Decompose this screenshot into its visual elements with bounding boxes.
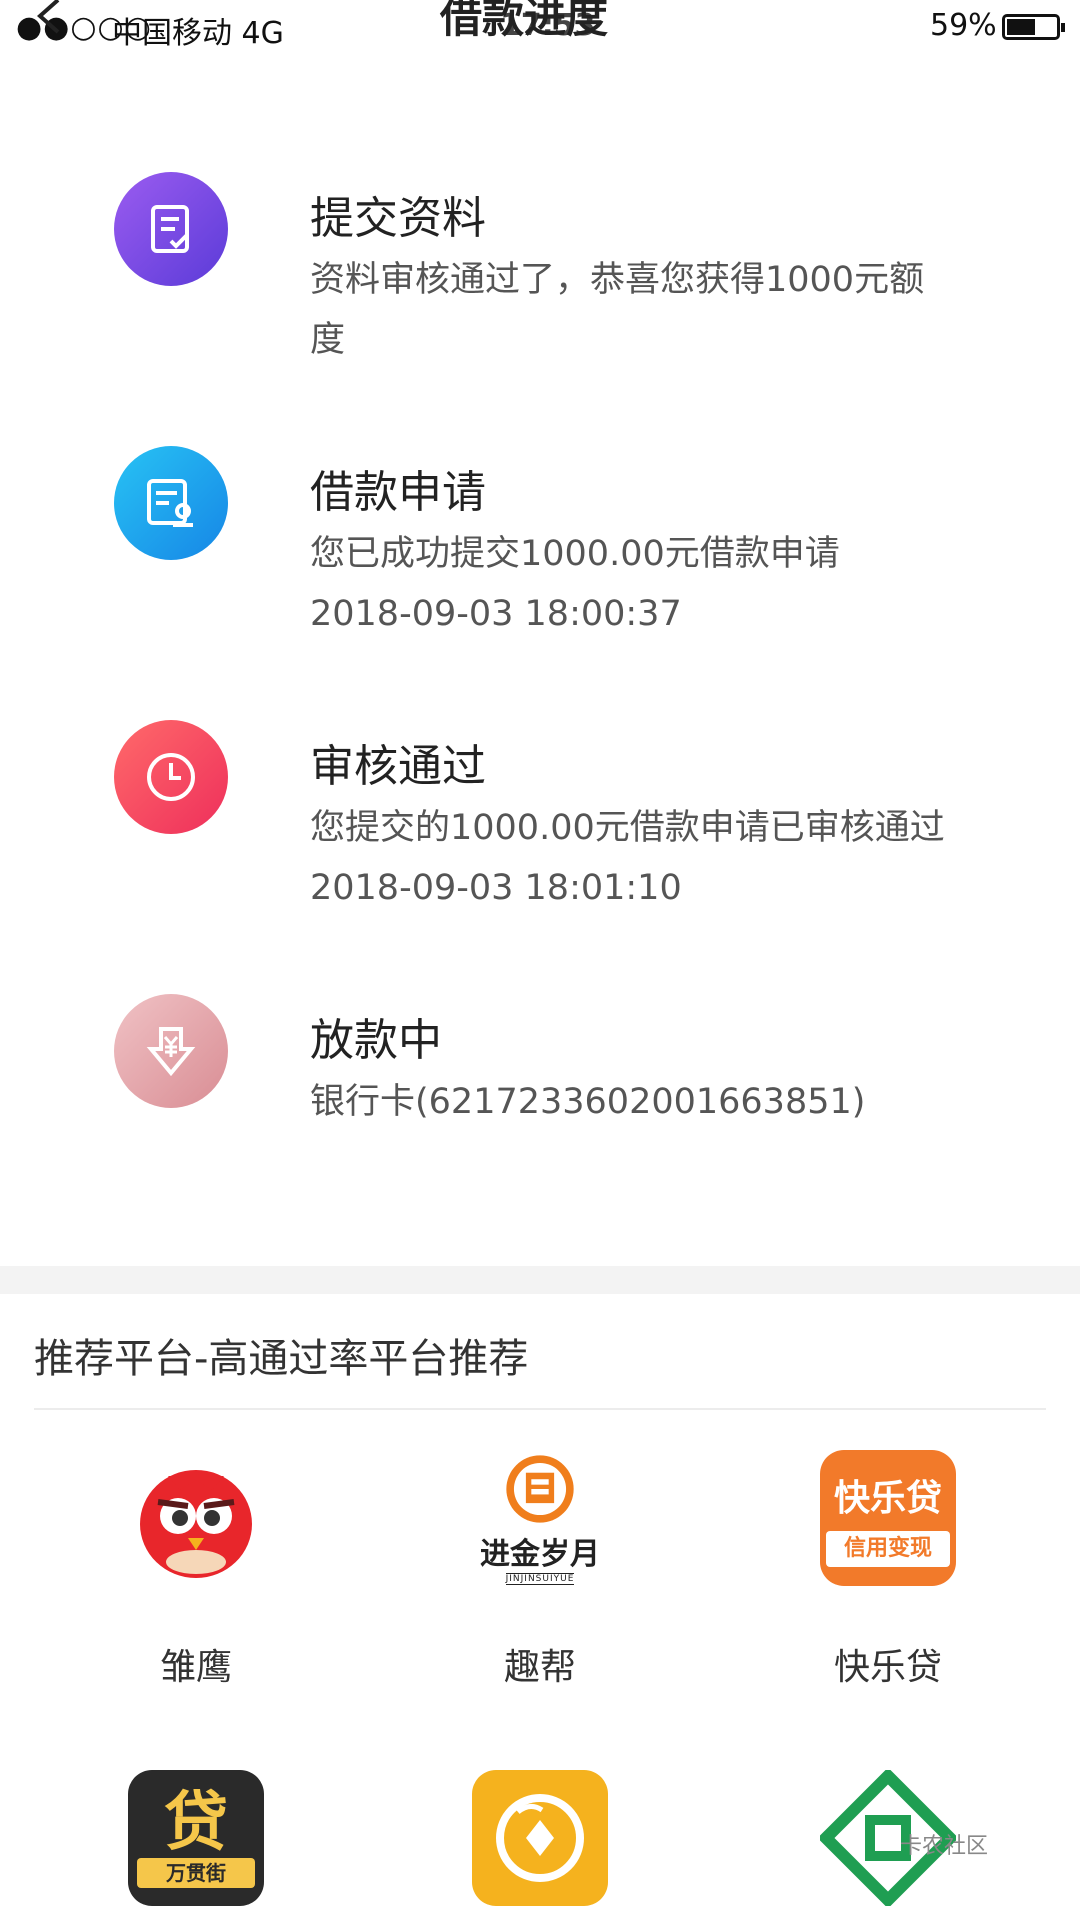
platform-name: 雏鹰	[159, 1647, 232, 1688]
platform-card-chuying[interactable]: 雏鹰	[66, 1450, 326, 1690]
back-button[interactable]	[34, 0, 64, 47]
jinjin-logo: 进金岁月 JINJINSUIYUE	[465, 1450, 615, 1586]
platform-name: 趣帮	[503, 1647, 576, 1688]
owl-logo	[128, 1450, 264, 1586]
platform-card-qubang[interactable]: 进金岁月 JINJINSUIYUE 趣帮	[410, 1450, 670, 1690]
watermark: 卡农社区	[900, 1834, 989, 1859]
platform-card-wanguanjie[interactable]: 贷 万贯街	[66, 1770, 326, 1906]
logo-text: 快乐贷	[833, 1478, 942, 1519]
battery-icon	[1002, 14, 1065, 40]
logo-text: 进金岁月	[480, 1537, 600, 1572]
platform-card-coin[interactable]	[410, 1770, 670, 1906]
step-description: 您提交的1000.00元借款申请已审核通过 2018-09-03 18:01:1…	[310, 798, 950, 918]
step-description: 银行卡(6217233602001663851)	[310, 1082, 866, 1122]
chevron-left-icon	[36, 0, 60, 34]
battery-percent: 59%	[930, 8, 997, 43]
coin-logo	[472, 1770, 608, 1906]
logo-subtext: 信用变现	[826, 1531, 950, 1567]
divider	[34, 1408, 1046, 1410]
yuan-download-icon	[114, 994, 228, 1108]
logo-subtext: JINJINSUIYUE	[505, 1573, 575, 1585]
step-description: 资料审核通过了，恭喜您获得1000元额度	[310, 260, 925, 360]
step-title: 提交资料	[310, 193, 486, 244]
carrier-label: 中国移动 4G	[112, 16, 284, 51]
step-detail: 您提交的1000.00元借款申请已审核通过	[310, 808, 945, 848]
section-divider	[0, 1266, 1080, 1294]
kuaile-logo: 快乐贷 信用变现	[820, 1450, 956, 1586]
step-title: 借款申请	[310, 467, 486, 518]
clock-icon	[114, 720, 228, 834]
step-title: 审核通过	[310, 741, 486, 792]
logo-text: 贷	[164, 1786, 228, 1860]
logo-subtext: 万贯街	[137, 1858, 255, 1888]
platform-card-kuailedai[interactable]: 快乐贷 信用变现 快乐贷	[758, 1450, 1018, 1690]
wanguanjie-logo: 贷 万贯街	[128, 1770, 264, 1906]
document-stamp-icon	[114, 446, 228, 560]
step-timestamp: 2018-09-03 18:00:37	[310, 594, 682, 634]
step-description: 您已成功提交1000.00元借款申请 2018-09-03 18:00:37	[310, 524, 950, 644]
platform-name: 快乐贷	[833, 1647, 942, 1688]
page-title: 借款进度	[440, 0, 609, 42]
step-title: 放款中	[310, 1015, 442, 1066]
recommend-section-title: 推荐平台-高通过率平台推荐	[34, 1336, 529, 1382]
document-check-icon	[114, 172, 228, 286]
step-timestamp: 2018-09-03 18:01:10	[310, 868, 682, 908]
step-detail: 您已成功提交1000.00元借款申请	[310, 534, 840, 574]
